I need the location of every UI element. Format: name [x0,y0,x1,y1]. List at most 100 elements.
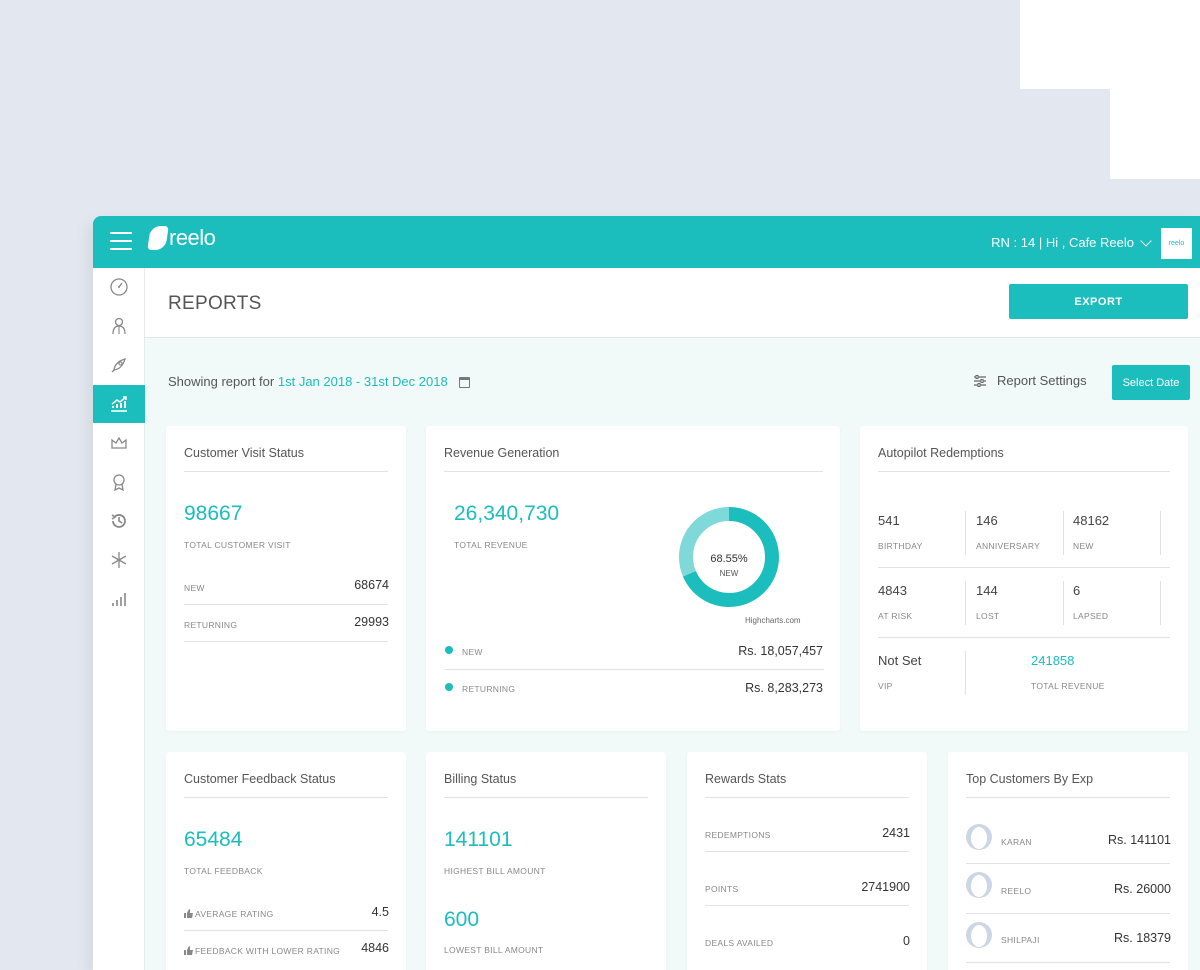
revenue-row-value: Rs. 8,283,273 [745,681,823,695]
report-settings-label: Report Settings [997,373,1087,388]
campaign-rocket-icon [111,358,126,373]
autopilot-stat-label: BIRTHDAY [878,541,923,551]
divider [184,930,388,931]
app-window: reelo RN : 14 | Hi , Cafe Reelo reelo RE… [93,216,1200,970]
export-button[interactable]: EXPORT [1009,284,1188,319]
card-title: Rewards Stats [705,772,787,786]
total-revenue-value: 26,340,730 [454,502,560,525]
divider [184,797,388,798]
feedback-row-value: 4.5 [371,905,389,919]
sidebar-item-reports[interactable] [93,385,145,423]
highest-bill-label: HIGHEST BILL AMOUNT [444,866,546,876]
calendar-icon[interactable] [459,377,471,389]
bar-signal-icon [112,593,126,606]
autopilot-stat-value: 6 [1073,583,1081,598]
card-title: Revenue Generation [444,446,560,460]
report-range-line: Showing report for 1st Jan 2018 - 31st D… [168,374,471,389]
divider [1063,511,1064,555]
customer-name: KARAN [1001,837,1032,847]
lowest-bill-value: 600 [444,908,480,931]
visit-row-value: 68674 [354,578,389,592]
divider [1160,581,1161,625]
customer-value: Rs. 141101 [1107,833,1171,847]
sidebar-item-customers[interactable] [93,307,145,345]
top-customers-card: Top Customers By Exp KARAN Rs. 141101 RE… [948,752,1188,970]
visit-row-label: RETURNING [184,620,238,630]
divider [1063,581,1064,625]
autopilot-card: Autopilot Redemptions 541 BIRTHDAY 146 A… [860,426,1188,731]
feedback-row-label: FEEDBACK WITH LOWER RATING [195,946,341,956]
visit-row-label: NEW [184,583,205,593]
hamburger-menu-icon[interactable] [110,232,132,250]
autopilot-revenue-label: TOTAL REVENUE [1031,681,1105,691]
divider [878,471,1170,472]
sidebar-item-history[interactable] [93,502,145,540]
sidebar [93,268,145,970]
billing-card: Billing Status 141101 HIGHEST BILL AMOUN… [426,752,666,970]
feedback-row-label: AVERAGE RATING [195,909,274,919]
brand-logo[interactable]: reelo [147,225,216,250]
customer-name: SHILPAJI [1001,935,1040,945]
revenue-row-label: RETURNING [462,684,516,694]
autopilot-stat-label: NEW [1073,541,1094,551]
sidebar-item-loyalty[interactable] [93,424,145,462]
highest-bill-value: 141101 [444,828,513,851]
user-menu[interactable]: RN : 14 | Hi , Cafe Reelo [991,234,1152,250]
logo-mark-icon [147,226,169,250]
total-customer-visit-value: 98667 [184,502,243,525]
card-title: Customer Feedback Status [184,772,336,786]
customer-value: Rs. 18379 [1114,931,1171,945]
total-feedback-value: 65484 [184,828,243,851]
report-date-range[interactable]: 1st Jan 2018 - 31st Dec 2018 [278,374,448,389]
lowest-bill-label: LOWEST BILL AMOUNT [444,945,544,955]
autopilot-stat-label: LOST [976,611,1000,621]
account-avatar[interactable]: reelo [1161,228,1192,259]
divider [965,651,966,695]
rewards-row-label: POINTS [705,884,739,894]
divider [184,641,388,642]
divider [445,669,824,670]
divider [1160,511,1161,555]
reports-chart-icon [111,396,127,412]
report-prefix: Showing report for [168,374,275,389]
divider [966,863,1170,864]
sidebar-item-analytics[interactable] [93,580,145,618]
total-customer-visit-label: TOTAL CUSTOMER VISIT [184,540,291,550]
customer-avatar [966,824,992,850]
select-date-button[interactable]: Select Date [1112,365,1190,400]
total-feedback-label: TOTAL FEEDBACK [184,866,263,876]
chart-credit[interactable]: Highcharts.com [745,616,801,625]
customer-avatar [966,872,992,898]
page-title: REPORTS [168,293,262,314]
sidebar-item-freeze[interactable] [93,541,145,579]
divider [444,471,823,472]
divider [966,962,1170,963]
rewards-row-label: REDEMPTIONS [705,830,771,840]
rewards-row-value: 0 [903,934,910,948]
autopilot-stat-value: 48162 [1073,513,1110,528]
vip-label: VIP [878,681,893,691]
customer-name: REELO [1001,886,1032,896]
sliders-icon [974,374,986,387]
divider [444,797,648,798]
visit-row-value: 29993 [354,615,389,629]
history-icon [111,514,126,528]
autopilot-stat-value: 146 [976,513,998,528]
divider [705,851,909,852]
report-settings-button[interactable]: Report Settings [973,373,1087,388]
card-title: Autopilot Redemptions [878,446,1004,460]
autopilot-stat-label: AT RISK [878,611,913,621]
divider [878,637,1170,638]
divider [705,905,909,906]
sidebar-item-dashboard[interactable] [93,268,145,306]
brand-name: reelo [169,225,216,250]
award-badge-icon [113,474,125,492]
user-label: RN : 14 | Hi , Cafe Reelo [991,235,1134,250]
sidebar-item-rewards[interactable] [93,463,145,501]
card-title: Billing Status [444,772,517,786]
sidebar-item-campaigns[interactable] [93,346,145,384]
dashboard-icon [110,278,128,296]
divider [966,913,1170,914]
page-header: REPORTS EXPORT [145,268,1200,338]
autopilot-stat-value: 4843 [878,583,907,598]
